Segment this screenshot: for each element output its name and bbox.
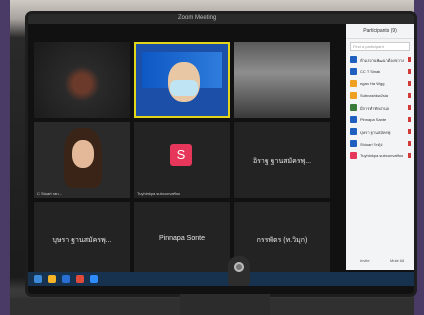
explorer-icon[interactable] [48,275,56,283]
participant-name: บุษรา ฐานสมัครพุ... [52,237,112,245]
participant-row[interactable]: Subnashkw2sia [346,90,414,102]
video-tile[interactable] [234,42,330,118]
video-tile-active-speaker[interactable] [134,42,230,118]
participant-row[interactable]: Shiuari ระดุง [346,138,414,150]
invite-button[interactable]: Invite [360,258,370,264]
mute-all-button[interactable]: Mute All [390,258,404,264]
participant-list: ห้าแรงานพัฒนาต้องขวางสุณชันท์ (Ho CC T Si… [346,54,414,162]
participant-avatar [350,116,357,123]
participant-row-name: Subnashkw2sia [360,93,389,98]
window-titlebar: Zoom Meeting [28,14,414,24]
participant-avatar [350,80,357,87]
participant-avatar [350,140,357,147]
participant-avatar [350,56,357,63]
webcam-icon [228,256,250,286]
chrome-icon[interactable] [76,275,84,283]
video-tile[interactable]: บุษรา ฐานสมัครพุ... [34,202,130,276]
participant-name: กรรพัตร (ท.วิมุก) [256,237,308,245]
taskbar [28,272,414,286]
participant-row-name: Tuyhinkpa subconvaffoo [360,153,404,158]
participant-row[interactable]: ngan Ha Wgg [346,78,414,90]
monitor-stand [180,294,270,315]
participant-row[interactable]: บุษรา ฐานสมัครพุ [346,126,414,138]
participant-avatar [350,104,357,111]
participant-row-name: Shiuari ระดุง [360,142,383,147]
participant-avatar [350,152,357,159]
muted-mic-icon[interactable] [408,105,411,110]
muted-mic-icon[interactable] [408,129,411,134]
muted-mic-icon[interactable] [408,81,411,86]
participant-row[interactable]: Tuyhinkpa subconvaffoo [346,150,414,162]
participant-row-name: Pinnapa Sante [360,117,387,122]
participant-row-name: ngan Ha Wgg [360,81,385,86]
muted-mic-icon[interactable] [408,69,411,74]
participant-row[interactable]: ห้าแรงานพัฒนาต้องขวางสุณชันท์ (Ho [346,54,414,66]
participant-row[interactable]: Pinnapa Sante [346,114,414,126]
video-tile[interactable]: C Stuart ran... [34,122,130,198]
video-tile[interactable]: อิราฐ ฐานสมัครพุ... [234,122,330,198]
participant-avatar [350,128,357,135]
video-tile[interactable]: Pinnapa Sonte [134,202,230,276]
start-icon[interactable] [34,275,42,283]
muted-mic-icon[interactable] [408,117,411,122]
participant-face [72,140,94,168]
participant-avatar [350,92,357,99]
avatar: S [170,144,192,166]
face-mask [170,80,198,96]
participant-name: Pinnapa Sonte [159,235,205,243]
muted-mic-icon[interactable] [408,93,411,98]
participant-row[interactable]: มีการทำทักผ่าน5 [346,102,414,114]
participant-row-name: ห้าแรงานพัฒนาต้องขวางสุณชันท์ (Ho [360,58,404,63]
muted-mic-icon[interactable] [408,57,411,62]
participant-search-input[interactable]: Find a participant [350,42,410,51]
tile-name-tag: Tuyhinkpa subconvaffoo [137,191,181,196]
video-tile[interactable] [34,42,130,118]
panel-title: Participants (9) [346,24,414,39]
right-frame [414,0,424,315]
participant-row-name: มีการทำทักผ่าน5 [360,106,389,111]
muted-mic-icon[interactable] [408,141,411,146]
video-tile[interactable]: S Tuyhinkpa subconvaffoo [134,122,230,198]
participant-name: อิราฐ ฐานสมัครพุ... [252,158,312,166]
participant-row-name: CC T Sinak [360,69,381,74]
participant-row-name: บุษรา ฐานสมัครพุ [360,130,391,135]
webcam-lens [234,262,244,272]
monitor-screen: Zoom Meeting C Stuart ran... S Tuyhinkpa… [28,14,414,294]
tile-name-tag: C Stuart ran... [37,191,62,196]
left-frame [0,0,10,315]
browser-icon[interactable] [62,275,70,283]
muted-mic-icon[interactable] [408,153,411,158]
video-grid: C Stuart ran... S Tuyhinkpa subconvaffoo… [34,42,342,276]
participant-avatar [350,68,357,75]
participants-panel: Participants (9) Find a participant ห้าแ… [346,24,414,270]
zoom-icon[interactable] [90,275,98,283]
window-title: Zoom Meeting [178,15,217,21]
participant-row[interactable]: CC T Sinak [346,66,414,78]
